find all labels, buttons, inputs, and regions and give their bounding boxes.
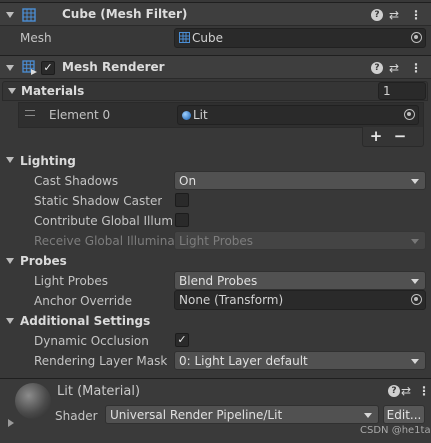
receive-gi-label: Receive Global Illuminati bbox=[34, 234, 174, 248]
help-icon[interactable]: ? bbox=[388, 385, 400, 397]
receive-gi-value: Light Probes bbox=[179, 234, 254, 248]
kebab-menu-icon[interactable]: ⋮ bbox=[410, 8, 422, 22]
dynamic-occlusion-label: Dynamic Occlusion bbox=[34, 334, 149, 348]
chevron-down-icon bbox=[411, 279, 419, 284]
anchor-override-field[interactable]: None (Transform) bbox=[174, 290, 426, 310]
mesh-renderer-enabled-checkbox[interactable]: ✓ bbox=[41, 61, 55, 75]
static-shadow-caster-checkbox[interactable] bbox=[175, 193, 189, 207]
add-element-button[interactable]: + bbox=[368, 127, 384, 145]
chevron-down-icon bbox=[411, 179, 419, 184]
material-preview-sphere bbox=[15, 383, 51, 419]
mesh-grid-icon bbox=[179, 32, 190, 43]
additional-settings-foldout-icon[interactable] bbox=[6, 318, 14, 324]
static-shadow-caster-label: Static Shadow Caster bbox=[34, 194, 163, 208]
help-icon[interactable]: ? bbox=[371, 62, 383, 74]
shader-label: Shader bbox=[55, 409, 98, 423]
element-0-field[interactable]: Lit bbox=[177, 105, 419, 125]
additional-settings-title[interactable]: Additional Settings bbox=[20, 313, 150, 329]
shader-value: Universal Render Pipeline/Lit bbox=[110, 408, 283, 422]
chevron-down-icon bbox=[364, 413, 372, 418]
material-foldout-icon[interactable] bbox=[8, 419, 14, 427]
preset-icon[interactable]: ⇄ bbox=[389, 61, 399, 75]
mesh-renderer-foldout-icon[interactable] bbox=[6, 65, 14, 71]
element-0-object-picker-icon[interactable] bbox=[404, 109, 415, 120]
mesh-field[interactable]: Cube bbox=[174, 28, 426, 48]
mesh-renderer-title: Mesh Renderer bbox=[62, 60, 165, 74]
element-0-label: Element 0 bbox=[49, 108, 111, 122]
drag-handle-icon[interactable] bbox=[25, 110, 35, 116]
anchor-override-object-picker-icon[interactable] bbox=[411, 294, 422, 305]
kebab-menu-icon[interactable]: ⋮ bbox=[410, 61, 422, 75]
anchor-override-label: Anchor Override bbox=[34, 294, 133, 308]
lighting-title[interactable]: Lighting bbox=[20, 153, 76, 169]
shader-dropdown[interactable]: Universal Render Pipeline/Lit bbox=[105, 405, 379, 424]
mesh-filter-component-icon bbox=[22, 8, 36, 22]
help-icon[interactable]: ? bbox=[371, 9, 383, 21]
light-probes-label: Light Probes bbox=[34, 274, 109, 288]
cast-shadows-dropdown[interactable]: On bbox=[174, 171, 426, 190]
probes-title[interactable]: Probes bbox=[20, 253, 67, 269]
mesh-value: Cube bbox=[192, 31, 223, 45]
contribute-gi-checkbox[interactable] bbox=[175, 213, 189, 227]
probes-foldout-icon[interactable] bbox=[6, 258, 14, 264]
watermark: CSDN @he1tan bbox=[360, 425, 431, 436]
contribute-gi-label: Contribute Global Illumin bbox=[34, 214, 172, 228]
mesh-filter-title: Cube (Mesh Filter) bbox=[62, 7, 188, 21]
mesh-object-picker-icon[interactable] bbox=[411, 32, 422, 43]
material-title: Lit (Material) bbox=[57, 384, 141, 399]
preset-icon[interactable]: ⇄ bbox=[401, 384, 411, 398]
element-0-value: Lit bbox=[193, 108, 208, 122]
remove-element-button[interactable]: − bbox=[392, 127, 408, 145]
chevron-down-icon bbox=[411, 359, 419, 364]
materials-foldout-icon[interactable] bbox=[8, 88, 16, 94]
cast-shadows-value: On bbox=[179, 174, 197, 188]
mesh-renderer-component-icon bbox=[22, 60, 37, 75]
materials-count-field[interactable]: 1 bbox=[378, 82, 426, 100]
mesh-label: Mesh bbox=[20, 31, 52, 45]
light-probes-dropdown[interactable]: Blend Probes bbox=[174, 271, 426, 290]
mesh-filter-foldout-icon[interactable] bbox=[6, 12, 14, 18]
lighting-foldout-icon[interactable] bbox=[6, 157, 14, 163]
rendering-layer-mask-dropdown[interactable]: 0: Light Layer default bbox=[174, 351, 426, 370]
shader-edit-button[interactable]: Edit... bbox=[383, 405, 425, 424]
light-probes-value: Blend Probes bbox=[179, 274, 258, 288]
mesh-renderer-header[interactable]: ✓ Mesh Renderer ? ⇄ ⋮ bbox=[0, 55, 431, 79]
material-sphere-icon bbox=[182, 111, 191, 120]
dynamic-occlusion-checkbox[interactable]: ✓ bbox=[175, 333, 189, 347]
anchor-override-value: None (Transform) bbox=[179, 293, 284, 307]
kebab-menu-icon[interactable]: ⋮ bbox=[418, 384, 430, 398]
rendering-layer-mask-label: Rendering Layer Mask bbox=[34, 354, 168, 368]
rendering-layer-mask-value: 0: Light Layer default bbox=[179, 354, 308, 368]
chevron-down-icon bbox=[411, 239, 419, 244]
receive-gi-dropdown: Light Probes bbox=[174, 231, 426, 250]
mesh-filter-header[interactable]: Cube (Mesh Filter) ? ⇄ ⋮ bbox=[0, 2, 431, 26]
materials-label: Materials bbox=[21, 84, 85, 98]
cast-shadows-label: Cast Shadows bbox=[34, 174, 119, 188]
preset-icon[interactable]: ⇄ bbox=[389, 8, 399, 22]
